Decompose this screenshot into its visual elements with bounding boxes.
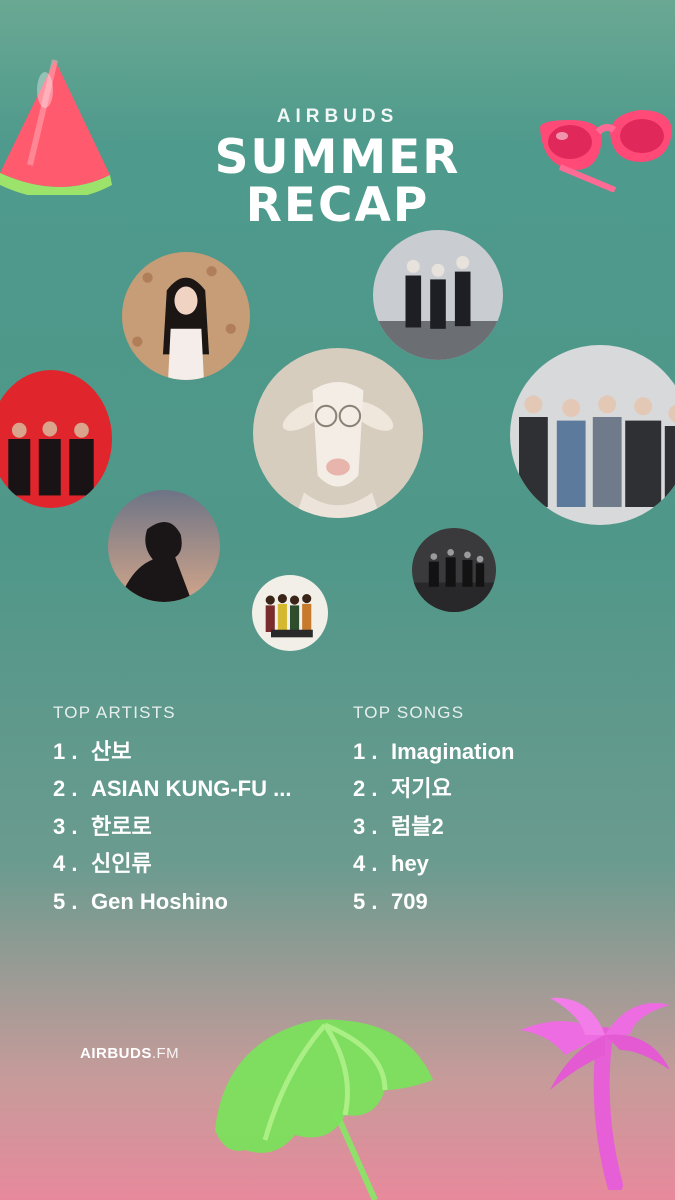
artist-name: ASIAN KUNG-FU ...: [91, 776, 292, 802]
palm-tree-icon: [510, 990, 675, 1193]
list-item: 2 . 저기요: [353, 776, 452, 802]
footer-brand: AIRBUDS.FM: [80, 1045, 180, 1062]
summer-recap-card: AIRBUDS SUMMER RECAP TOP ARTISTS 1 . 산보 2…: [0, 0, 675, 1200]
artist-photo-bubble: [510, 345, 675, 525]
list-item: 4 . 신인류: [53, 851, 152, 877]
song-name: 럼블2: [391, 813, 444, 839]
list-item: 2 . ASIAN KUNG-FU ...: [53, 776, 292, 802]
artist-photo-bubble: [373, 230, 503, 360]
top-songs-list: 1 . Imagination 2 . 저기요 3 . 럼블2 4 . hey 5 .7…: [353, 733, 514, 921]
list-item: 3 . 한로로: [53, 813, 152, 839]
top-artists-heading: TOP ARTISTS: [53, 703, 176, 722]
song-name: 709: [391, 888, 428, 914]
artist-photo-bubble: [412, 528, 496, 612]
song-name: Imagination: [391, 738, 515, 764]
artist-photo-bubble: [122, 252, 250, 380]
list-item: 4 . hey: [353, 851, 429, 877]
brand-name: AIRBUDS: [276, 106, 399, 127]
artist-name: 신인류: [91, 851, 152, 877]
artist-photo-bubble: [252, 575, 328, 651]
title-line-1: SUMMER: [214, 130, 461, 185]
list-item: 1 . Imagination: [353, 738, 515, 764]
artist-photo-bubble: [108, 490, 220, 602]
umbrella-icon: [205, 1010, 440, 1200]
song-name: hey: [391, 851, 429, 877]
artist-photo-bubble: [253, 348, 423, 518]
artist-name: 산보: [91, 738, 132, 764]
list-item: 3 . 럼블2: [353, 813, 444, 839]
top-artists-list: 1 . 산보 2 . ASIAN KUNG-FU ... 3 . 한로로 4 . 신인류…: [53, 733, 291, 921]
artist-name: 한로로: [91, 813, 152, 839]
artist-name: Gen Hoshino: [91, 888, 228, 914]
title-line-2: RECAP: [245, 178, 430, 233]
top-songs-heading: TOP SONGS: [353, 703, 465, 722]
list-item: 5 . Gen Hoshino: [53, 888, 228, 914]
list-item: 1 . 산보: [53, 738, 132, 764]
list-item: 5 . 709: [353, 888, 428, 914]
artist-photo-bubble: [0, 370, 112, 508]
song-name: 저기요: [391, 776, 452, 802]
